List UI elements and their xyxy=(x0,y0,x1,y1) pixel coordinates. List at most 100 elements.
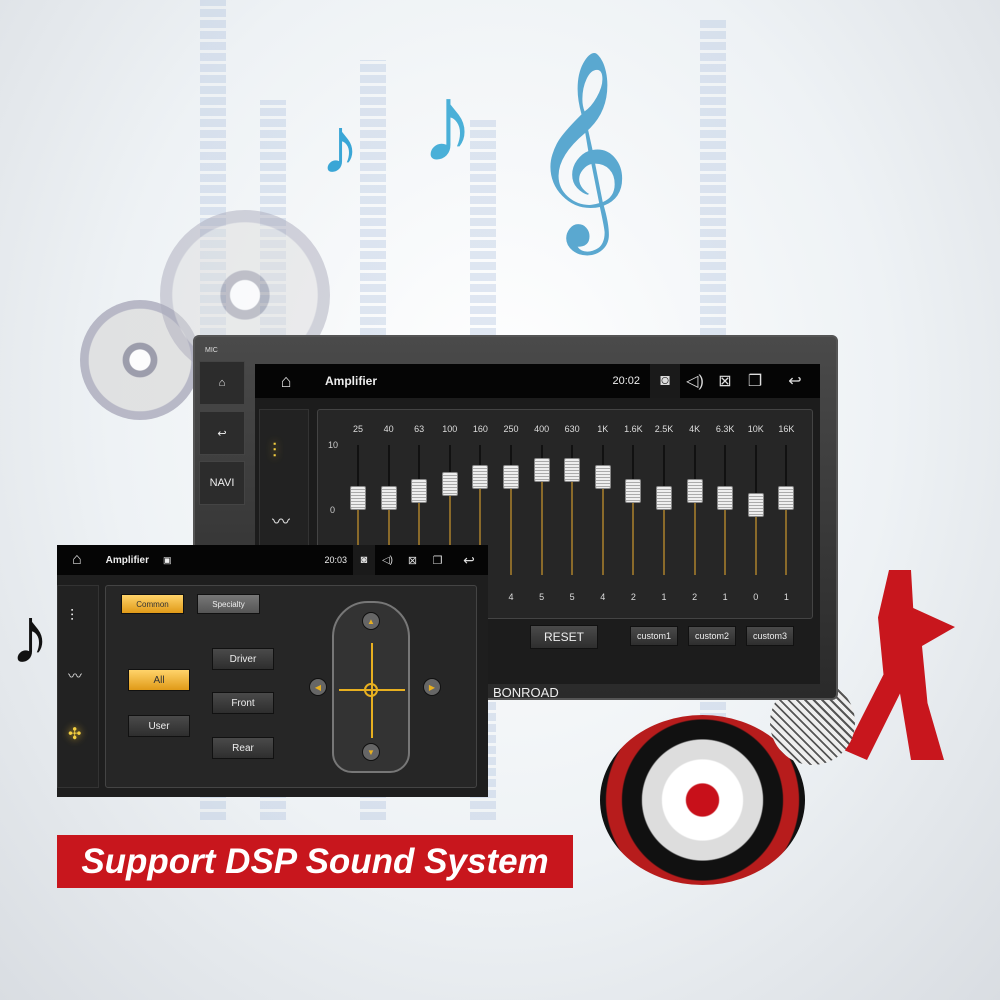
eq-band-value: 5 xyxy=(539,592,545,602)
eq-slider-knob[interactable] xyxy=(778,486,795,510)
arrow-left-button[interactable]: ◀ xyxy=(309,678,327,696)
promo-banner: Support DSP Sound System xyxy=(57,835,573,888)
eq-band-value: 4 xyxy=(508,592,514,602)
waveform-tab-icon[interactable]: 〰 xyxy=(68,666,98,686)
home-icon[interactable]: ⌂ xyxy=(275,371,297,392)
eq-slider-fill xyxy=(571,470,574,575)
clock: 20:02 xyxy=(612,375,640,387)
eq-band-freq-label: 40 xyxy=(383,424,394,434)
eq-slider-knob[interactable] xyxy=(472,465,489,489)
custom1-button[interactable]: custom1 xyxy=(630,626,678,646)
mic-label: MIC xyxy=(205,347,218,354)
eq-band-freq-label: 10K xyxy=(747,424,764,434)
volume-icon[interactable]: ◁) xyxy=(680,371,710,391)
position-target-icon[interactable] xyxy=(364,683,378,697)
camera-icon[interactable]: ◙ xyxy=(650,364,680,398)
home-icon: ⌂ xyxy=(218,377,226,389)
eq-slider-knob[interactable] xyxy=(717,486,734,510)
clock: 20:03 xyxy=(324,555,347,565)
recent-apps-icon[interactable]: ❐ xyxy=(740,371,770,391)
eq-band-value: 2 xyxy=(692,592,698,602)
tab-specialty[interactable]: Specialty xyxy=(197,594,260,614)
eq-slider-knob[interactable] xyxy=(380,486,397,510)
eq-slider-fill xyxy=(540,470,543,575)
eq-slider-fill xyxy=(693,491,696,575)
eq-slider-knob[interactable] xyxy=(625,479,642,503)
volume-icon[interactable]: ◁) xyxy=(375,555,400,566)
close-window-icon[interactable]: ⊠ xyxy=(400,554,425,567)
side-menu: ⫶ 〰 ✣ xyxy=(57,585,99,788)
hw-back-button[interactable]: ↩ xyxy=(199,411,245,455)
eq-slider-knob[interactable] xyxy=(533,458,550,482)
eq-band-value: 1 xyxy=(661,592,667,602)
eq-band-freq-label: 2.5K xyxy=(654,424,674,434)
back-icon[interactable]: ↩ xyxy=(770,371,820,391)
eq-band-freq-label: 1K xyxy=(597,424,609,434)
zone-driver-button[interactable]: Driver xyxy=(212,648,274,670)
eq-band-freq-label: 250 xyxy=(503,424,519,434)
eq-band-freq-label: 25 xyxy=(352,424,363,434)
mode-all-button[interactable]: All xyxy=(128,669,190,691)
speaker-position-tab-icon[interactable]: ✣ xyxy=(68,724,98,744)
close-window-icon[interactable]: ⊠ xyxy=(710,371,740,391)
eq-band-freq-label: 100 xyxy=(442,424,458,434)
y-tick-10: 10 xyxy=(328,440,339,450)
eq-slider-knob[interactable] xyxy=(686,479,703,503)
custom2-button[interactable]: custom2 xyxy=(688,626,736,646)
eq-band-freq-label: 16K xyxy=(778,424,795,434)
arrow-up-button[interactable]: ▲ xyxy=(362,612,380,630)
back-icon: ↩ xyxy=(217,427,227,440)
eq-slider-fill xyxy=(510,477,512,575)
tab-common[interactable]: Common xyxy=(121,594,184,614)
zone-front-button[interactable]: Front xyxy=(212,692,274,714)
app-title: Amplifier xyxy=(325,374,378,388)
hw-navi-button[interactable]: NAVI xyxy=(199,461,245,505)
equalizer-tab-icon[interactable]: ⫶ xyxy=(272,440,308,463)
dancer-silhouette xyxy=(845,570,955,760)
treble-clef-icon: 𝄞 xyxy=(530,53,631,243)
camera-icon[interactable]: ◙ xyxy=(353,545,375,575)
music-note-icon: ♪ xyxy=(420,62,475,185)
eq-band-freq-label: 1.6K xyxy=(624,424,643,434)
image-icon: ▣ xyxy=(163,554,172,565)
eq-band-value: 1 xyxy=(783,592,789,602)
back-icon[interactable]: ↩ xyxy=(450,552,488,569)
eq-slider-fill xyxy=(632,491,635,575)
eq-band-value: 0 xyxy=(753,592,759,602)
eq-band-value: 5 xyxy=(569,592,575,602)
hw-home-button[interactable]: ⌂ xyxy=(199,361,245,405)
eq-slider-knob[interactable] xyxy=(441,472,458,496)
eq-band-value: 1 xyxy=(722,592,728,602)
custom3-button[interactable]: custom3 xyxy=(746,626,794,646)
reset-button[interactable]: RESET xyxy=(530,625,598,649)
arrow-right-button[interactable]: ▶ xyxy=(423,678,441,696)
y-tick-0: 0 xyxy=(330,505,336,515)
eq-band-freq-label: 160 xyxy=(472,424,488,434)
mode-user-button[interactable]: User xyxy=(128,715,190,737)
eq-slider-knob[interactable] xyxy=(747,493,764,517)
home-icon[interactable]: ⌂ xyxy=(72,551,82,569)
speaker-position-screen: ⌂ Amplifier ▣ 20:03 ◙ ◁) ⊠ ❐ ↩ ⫶ 〰 ✣ Com… xyxy=(57,545,488,797)
eq-slider-knob[interactable] xyxy=(503,465,519,489)
eq-slider-knob[interactable] xyxy=(594,465,611,489)
eq-slider-fill xyxy=(601,477,604,575)
zone-rear-button[interactable]: Rear xyxy=(212,737,274,759)
waveform-tab-icon[interactable]: 〰 xyxy=(272,508,308,534)
eq-slider-knob[interactable] xyxy=(656,486,672,510)
hardware-side-buttons: MIC ⌂ ↩ NAVI xyxy=(199,347,245,511)
eq-band-freq-label: 6.3K xyxy=(715,424,735,434)
app-title: Amplifier xyxy=(105,554,150,566)
eq-band-value: 2 xyxy=(630,592,636,602)
position-panel: Common Specialty All User Driver Front R… xyxy=(105,585,477,788)
eq-slider-knob[interactable] xyxy=(411,479,428,503)
equalizer-tab-icon[interactable]: ⫶ xyxy=(70,608,98,626)
eq-slider-knob[interactable] xyxy=(350,486,366,510)
eq-slider-knob[interactable] xyxy=(564,458,581,482)
eq-band-value: 4 xyxy=(600,592,606,602)
recent-apps-icon[interactable]: ❐ xyxy=(425,554,450,567)
eq-band-freq-label: 630 xyxy=(564,424,580,434)
music-note-icon: ♪ xyxy=(10,591,50,680)
arrow-down-button[interactable]: ▼ xyxy=(362,743,380,761)
status-bar: ⌂ Amplifier ▣ 20:03 ◙ ◁) ⊠ ❐ ↩ xyxy=(57,545,488,575)
eq-band-freq-label: 63 xyxy=(414,424,425,434)
